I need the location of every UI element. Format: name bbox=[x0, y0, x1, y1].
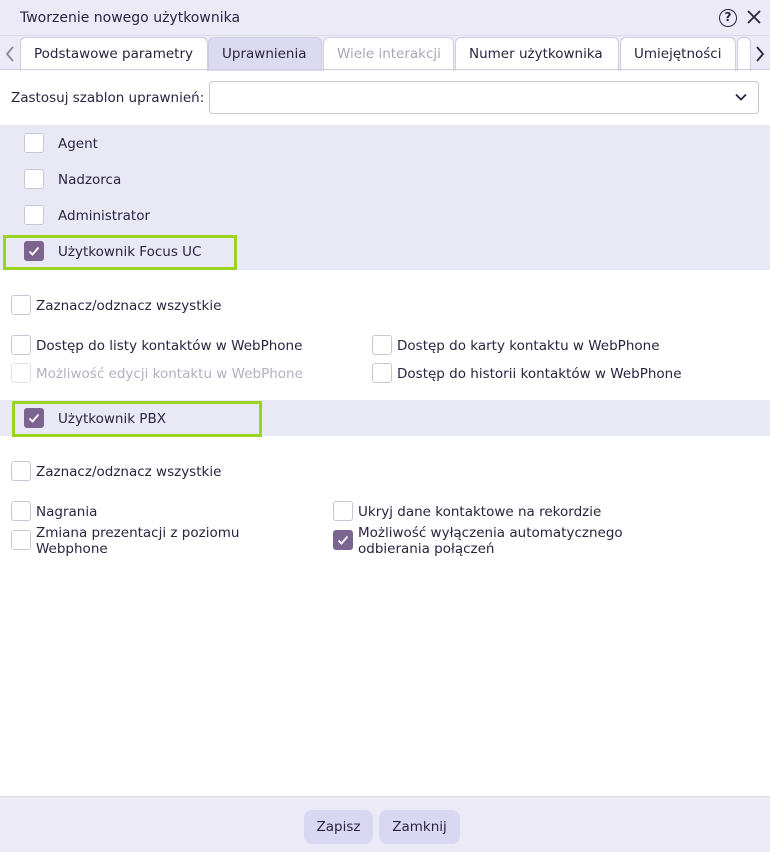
hide-contact-data-label: Ukryj dane kontaktowe na rekordzie bbox=[358, 504, 602, 520]
contact-history-access-checkbox[interactable] bbox=[372, 363, 392, 383]
role-administrator-label: Administrator bbox=[58, 208, 151, 224]
disable-auto-answer-checkbox[interactable] bbox=[333, 530, 353, 550]
role-agent-label: Agent bbox=[58, 136, 98, 152]
role-agent-checkbox[interactable] bbox=[24, 133, 44, 153]
pbx-user-checkbox[interactable] bbox=[24, 408, 44, 428]
tab-permissions[interactable]: Uprawnienia bbox=[208, 37, 322, 71]
contact-card-access-checkbox[interactable] bbox=[372, 335, 392, 355]
change-presentation-label: Zmiana prezentacji z poziomu Webphone bbox=[36, 525, 240, 557]
save-button[interactable]: Zapisz bbox=[304, 810, 373, 844]
checkmark-icon bbox=[28, 413, 40, 423]
disable-auto-answer-label: Możliwość wyłączenia automatycznego odbi… bbox=[358, 525, 623, 557]
tab-scroll-right-icon[interactable] bbox=[750, 38, 770, 70]
role-supervisor-label: Nadzorca bbox=[58, 172, 122, 188]
recordings-label: Nagrania bbox=[36, 504, 98, 520]
tab-divider bbox=[0, 69, 770, 70]
pbx-user-label: Użytkownik PBX bbox=[58, 411, 166, 427]
checkmark-icon bbox=[28, 246, 40, 256]
close-button[interactable]: Zamknij bbox=[379, 810, 460, 844]
tab-user-number[interactable]: Numer użytkownika bbox=[455, 37, 619, 71]
template-select[interactable] bbox=[209, 81, 759, 114]
tab-skills[interactable]: Umiejętności bbox=[620, 37, 736, 71]
change-presentation-checkbox[interactable] bbox=[11, 530, 31, 550]
chevron-down-icon bbox=[735, 93, 747, 101]
tab-partial[interactable] bbox=[737, 37, 751, 71]
tab-bar: Podstawowe parametry Uprawnienia Wiele i… bbox=[0, 36, 770, 71]
pbx-select-all-label: Zaznacz/odznacz wszystkie bbox=[36, 464, 222, 480]
dialog-footer: Zapisz Zamknij bbox=[0, 796, 770, 852]
focus-uc-select-all-label: Zaznacz/odznacz wszystkie bbox=[36, 298, 222, 314]
window-title: Tworzenie nowego użytkownika bbox=[20, 10, 241, 26]
recordings-checkbox[interactable] bbox=[11, 501, 31, 521]
role-administrator-checkbox[interactable] bbox=[24, 205, 44, 225]
contact-edit-label: Możliwość edycji kontaktu w WebPhone bbox=[36, 366, 303, 382]
template-label: Zastosuj szablon uprawnień: bbox=[11, 90, 205, 106]
contacts-list-access-label: Dostęp do listy kontaktów w WebPhone bbox=[36, 338, 303, 354]
contact-history-access-label: Dostęp do historii kontaktów w WebPhone bbox=[397, 366, 682, 382]
tab-scroll-left-icon[interactable] bbox=[0, 38, 20, 70]
close-icon[interactable] bbox=[745, 8, 763, 26]
help-icon[interactable]: ? bbox=[719, 9, 737, 27]
role-supervisor-checkbox[interactable] bbox=[24, 169, 44, 189]
tab-multiple-interactions: Wiele interakcji bbox=[323, 37, 454, 71]
role-focus-uc-checkbox[interactable] bbox=[24, 241, 44, 261]
tab-basic-parameters[interactable]: Podstawowe parametry bbox=[20, 37, 208, 71]
pbx-select-all-checkbox[interactable] bbox=[11, 461, 31, 481]
contacts-list-access-checkbox[interactable] bbox=[11, 335, 31, 355]
hide-contact-data-checkbox[interactable] bbox=[333, 501, 353, 521]
title-bar: Tworzenie nowego użytkownika ? bbox=[0, 0, 770, 36]
checkmark-icon bbox=[337, 535, 349, 545]
contact-edit-checkbox bbox=[11, 363, 31, 383]
contact-card-access-label: Dostęp do karty kontaktu w WebPhone bbox=[397, 338, 660, 354]
role-focus-uc-label: Użytkownik Focus UC bbox=[58, 244, 202, 260]
focus-uc-select-all-checkbox[interactable] bbox=[11, 295, 31, 315]
